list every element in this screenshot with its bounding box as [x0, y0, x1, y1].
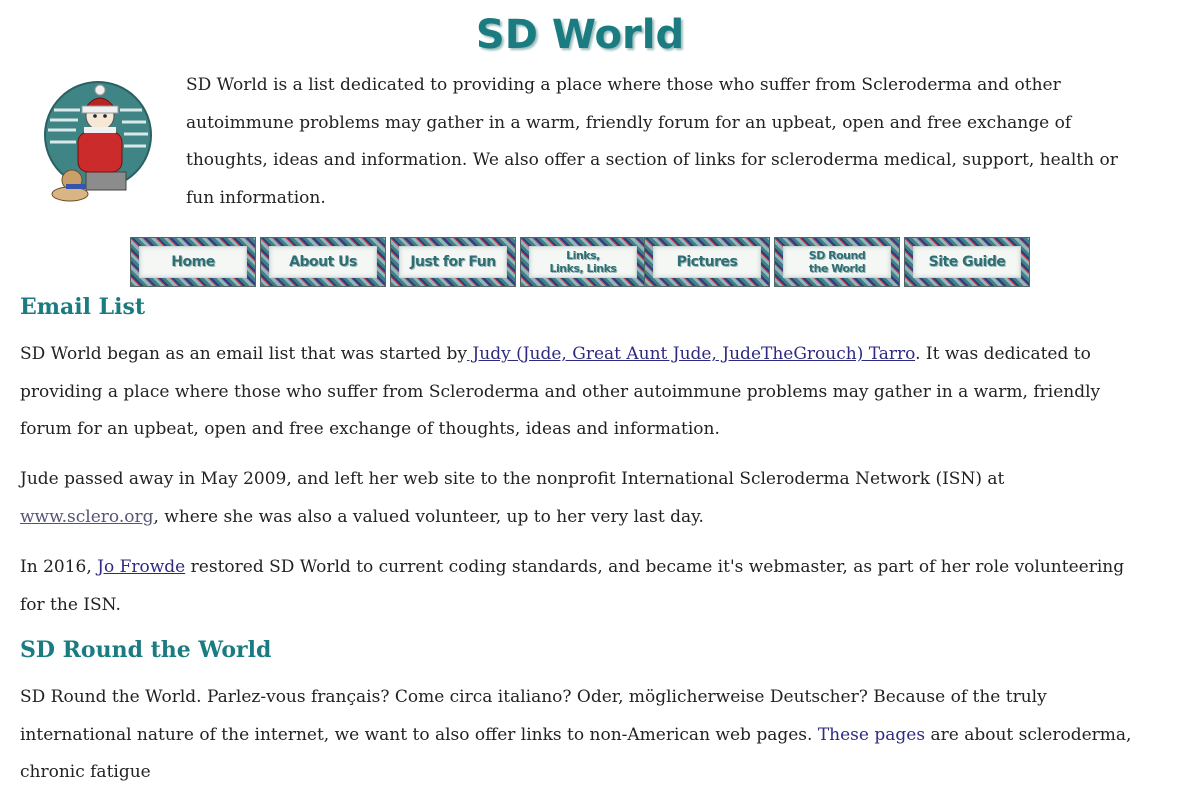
nav-label: About Us [269, 246, 377, 278]
nav-home-button[interactable]: Home [130, 237, 256, 287]
text: In 2016, [20, 557, 98, 577]
nav-label: Site Guide [913, 246, 1021, 278]
text: restored SD World to current coding stan… [20, 557, 1125, 615]
email-list-paragraph-3: In 2016, Jo Frowde restored SD World to … [20, 549, 1145, 624]
text: Jude passed away in May 2009, and left h… [20, 469, 1005, 489]
nav-sd-round-the-world-button[interactable]: SD Round the World [774, 237, 900, 287]
nav-site-guide-button[interactable]: Site Guide [904, 237, 1030, 287]
nav-label: Links, Links, Links [529, 246, 637, 278]
judy-tarro-link[interactable]: Judy (Jude, Great Aunt Jude, JudeTheGrou… [467, 344, 915, 364]
nav-label: Just for Fun [399, 246, 507, 278]
intro-text: SD World is a list dedicated to providin… [186, 75, 1118, 208]
text: , where she was also a valued volunteer,… [153, 506, 704, 527]
nav-about-us-button[interactable]: About Us [260, 237, 386, 287]
these-pages-link[interactable]: These pages [818, 725, 925, 745]
sd-round-the-world-paragraph: SD Round the World. Parlez-vous français… [20, 679, 1145, 792]
site-title: SD World [475, 12, 685, 58]
jo-frowde-link[interactable]: Jo Frowde [97, 557, 185, 577]
email-list-paragraph-1: SD World began as an email list that was… [20, 336, 1145, 449]
sclero-org-link[interactable]: www.sclero.org [20, 507, 154, 527]
nav-label: Pictures [653, 246, 761, 278]
nav-links-button[interactable]: Links, Links, Links [520, 237, 646, 287]
nav-label: Home [139, 246, 247, 278]
text: SD World began as an email list that was… [20, 344, 468, 364]
nav-just-for-fun-button[interactable]: Just for Fun [390, 237, 516, 287]
nav-pictures-button[interactable]: Pictures [644, 237, 770, 287]
email-list-heading: Email List [20, 294, 146, 320]
nav-label: SD Round the World [783, 246, 891, 278]
snowman-globe-logo-icon [44, 81, 152, 202]
sd-round-the-world-heading: SD Round the World [20, 637, 272, 663]
email-list-paragraph-2: Jude passed away in May 2009, and left h… [20, 461, 1145, 536]
